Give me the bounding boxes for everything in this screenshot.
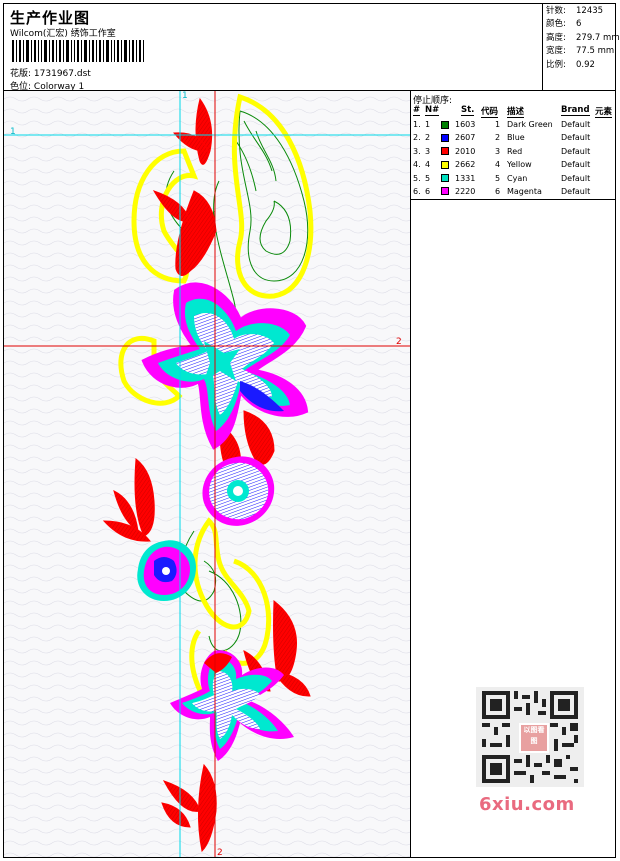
stop-sequence-rows: 1. 1 1603 1 Dark Green Default 2. 2 2607 2 Blue Def…: [411, 118, 615, 198]
col-number: #: [413, 105, 421, 116]
col-needle: N#: [425, 105, 440, 116]
row-description: Red: [507, 146, 523, 156]
row-number: 5.: [413, 173, 421, 183]
design-scale: 比例: 0.92: [546, 59, 595, 70]
barcode: [12, 40, 144, 62]
color-swatch: [441, 147, 449, 156]
studio-name: Wilcom(汇宏) 绣饰工作室: [10, 29, 116, 39]
stop-sequence-row: 3. 3 2010 3 Red Default: [411, 145, 615, 158]
row-stitches: 2607: [455, 133, 476, 143]
col-brand: Brand: [561, 105, 590, 116]
row-needle: 1: [425, 120, 431, 129]
row-brand: Default: [561, 133, 591, 143]
color-swatch: [441, 120, 449, 129]
stop-sequence-header: # N# St. 代码 描述 Brand 元素: [411, 105, 615, 118]
info-panel: 针数: 12435 颜色: 6 高度: 279.7 mm 宽度: 77.5 mm 比例:…: [542, 4, 620, 90]
row-code: 1: [495, 120, 501, 129]
design-label: 花版:: [10, 69, 32, 79]
stop-sequence-row: 4. 4 2662 4 Yellow Default: [411, 158, 615, 171]
row-needle: 3: [425, 146, 431, 156]
stop-sequence-row: 6. 6 2220 6 Magenta Default: [411, 185, 615, 198]
row-brand: Default: [561, 120, 591, 129]
row-brand: Default: [561, 186, 591, 196]
stop-sequence-row: 2. 2 2607 2 Blue Default: [411, 131, 615, 144]
row-code: 4: [495, 160, 501, 170]
row-code: 2: [495, 133, 501, 143]
guide-marker-h2: 2: [396, 337, 402, 347]
row-description: Yellow: [507, 160, 532, 170]
col-code: 代码: [481, 107, 499, 118]
row-number: 1.: [413, 120, 421, 129]
embroidery-preview: [4, 91, 410, 857]
row-brand: Default: [561, 146, 591, 156]
row-code: 3: [495, 146, 501, 156]
qr-code: 以图看图: [476, 687, 584, 787]
row-code: 5: [495, 173, 501, 183]
col-stitches: St.: [461, 105, 475, 116]
row-code: 6: [495, 186, 501, 196]
col-description: 描述: [507, 107, 525, 118]
row-description: Cyan: [507, 173, 528, 183]
row-needle: 5: [425, 173, 431, 183]
row-number: 6.: [413, 186, 421, 196]
row-number: 2.: [413, 133, 421, 143]
row-stitches: 2220: [455, 186, 476, 196]
work-sheet: 生产作业图 Wilcom(汇宏) 绣饰工作室 花版: 1731967.dst 色…: [3, 3, 620, 858]
color-swatch: [441, 187, 449, 196]
stitch-count: 针数: 12435: [546, 6, 604, 16]
row-brand: Default: [561, 173, 591, 183]
guide-marker-v1: 1: [182, 91, 188, 101]
row-brand: Default: [561, 160, 591, 170]
row-description: Blue: [507, 133, 525, 143]
row-needle: 6: [425, 186, 431, 196]
color-count: 颜色: 6: [546, 19, 582, 30]
design-canvas[interactable]: 1 1 2 2: [4, 91, 411, 857]
color-swatch: [441, 160, 449, 169]
row-number: 4.: [413, 160, 421, 170]
design-width: 宽度: 77.5 mm: [546, 46, 615, 57]
design-value: 1731967.dst: [33, 69, 91, 79]
stop-sequence-row: 5. 5 1331 5 Cyan Default: [411, 172, 615, 185]
watermark-site: 6xiu.com: [479, 794, 575, 815]
row-description: Dark Green: [507, 120, 553, 129]
color-swatch: [441, 174, 449, 183]
row-needle: 4: [425, 160, 431, 170]
design-file: 花版: 1731967.dst: [10, 66, 91, 79]
color-swatch: [441, 133, 449, 142]
guide-marker-v2: 2: [217, 848, 223, 857]
qr-logo-icon: 以图看图: [519, 723, 549, 753]
row-description: Magenta: [507, 186, 542, 196]
row-stitches: 1331: [455, 173, 476, 183]
stop-sequence-panel: 停止顺序: # N# St. 代码 描述 Brand 元素 1. 1 1603 1 Da…: [411, 91, 615, 200]
col-element: 元素: [595, 107, 613, 118]
row-number: 3.: [413, 146, 421, 156]
row-stitches: 2010: [455, 146, 476, 156]
row-stitches: 1603: [455, 120, 476, 129]
page-title: 生产作业图: [10, 9, 91, 27]
design-height: 高度: 279.7 mm: [546, 32, 620, 43]
guide-marker-h1: 1: [10, 127, 16, 137]
row-needle: 2: [425, 133, 431, 143]
row-stitches: 2662: [455, 160, 476, 170]
stop-sequence-title: 停止顺序:: [413, 96, 453, 106]
stop-sequence-row: 1. 1 1603 1 Dark Green Default: [411, 118, 615, 131]
